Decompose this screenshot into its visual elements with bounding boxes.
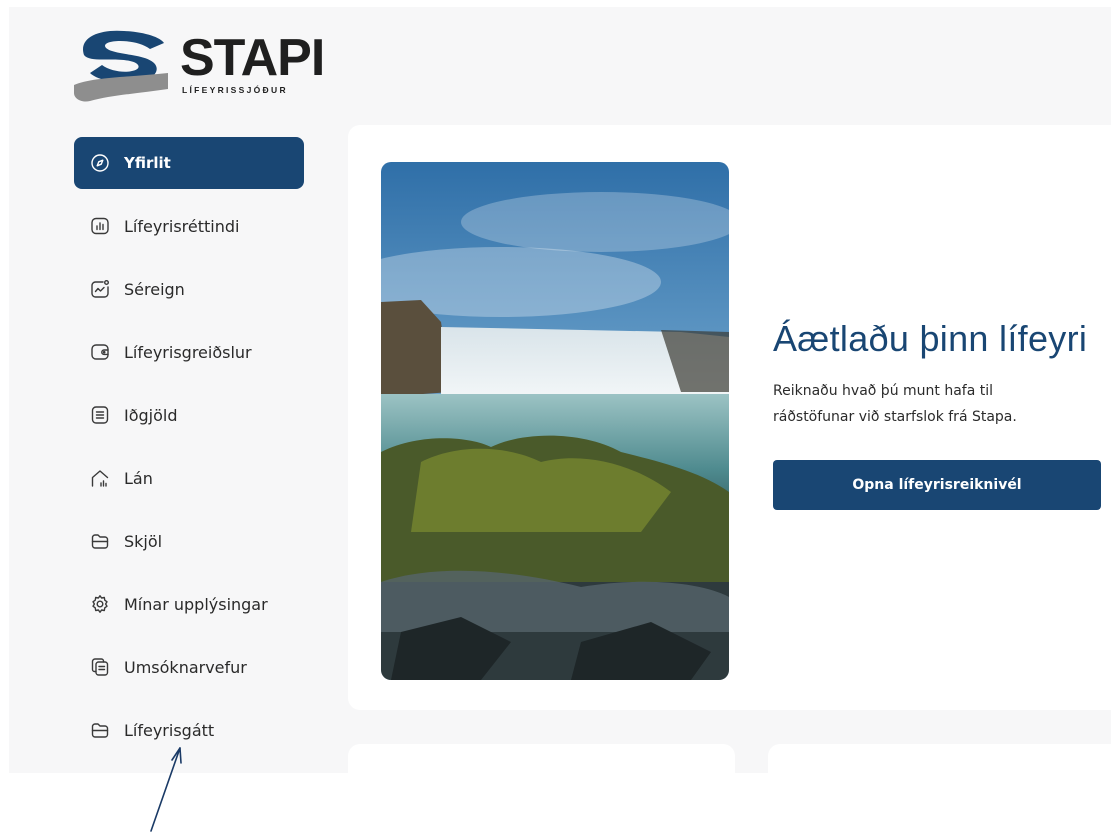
compass-icon [90, 153, 110, 173]
sidebar-item-label: Mínar upplýsingar [124, 594, 268, 614]
house-chart-icon [90, 468, 110, 488]
bar-chart-icon [90, 216, 110, 236]
sidebar-item-label: Iðgjöld [124, 405, 178, 425]
sidebar-item-skjol[interactable]: Skjöl [74, 515, 304, 567]
sidebar-item-lifeyrisgatt[interactable]: Lífeyrisgátt [74, 704, 304, 756]
sidebar-item-lifeyrisrettindi[interactable]: Lífeyrisréttindi [74, 200, 304, 252]
trend-chart-icon [90, 279, 110, 299]
secondary-card-left [348, 744, 735, 773]
sidebar-item-label: Yfirlit [124, 154, 171, 172]
open-calculator-button[interactable]: Opna lífeyrisreiknivél [773, 460, 1101, 510]
sidebar-item-umsoknarvefur[interactable]: Umsóknarvefur [74, 641, 304, 693]
sidebar-nav: Yfirlit Lífeyrisréttindi Séreign Lífeyri… [74, 137, 304, 767]
gear-icon [90, 594, 110, 614]
sidebar-item-label: Lán [124, 468, 153, 488]
sidebar-item-minar-upplysingar[interactable]: Mínar upplýsingar [74, 578, 304, 630]
sidebar-item-label: Séreign [124, 279, 185, 299]
sidebar-item-label: Umsóknarvefur [124, 657, 247, 677]
sidebar-item-idgjold[interactable]: Iðgjöld [74, 389, 304, 441]
waterfall-photo [381, 162, 729, 680]
documents-icon [90, 657, 110, 677]
stapi-logo[interactable]: STAPI LÍFEYRISSJÓÐUR [72, 25, 325, 103]
sidebar-item-sereign[interactable]: Séreign [74, 263, 304, 315]
logo-subtitle: LÍFEYRISSJÓÐUR [182, 84, 288, 95]
app-window: STAPI LÍFEYRISSJÓÐUR Yfirlit Lífeyrisrét… [9, 7, 1111, 773]
list-icon [90, 405, 110, 425]
logo-name: STAPI [180, 28, 325, 87]
wallet-icon [90, 342, 110, 362]
sidebar-item-label: Lífeyrisgátt [124, 720, 215, 740]
promo-block: Áætlaðu þinn lífeyri Reiknaðu hvað þú mu… [773, 318, 1111, 510]
sidebar-item-yfirlit[interactable]: Yfirlit [74, 137, 304, 189]
promo-title: Áætlaðu þinn lífeyri [773, 318, 1088, 359]
sidebar-item-lan[interactable]: Lán [74, 452, 304, 504]
pension-calculator-card: Áætlaðu þinn lífeyri Reiknaðu hvað þú mu… [348, 125, 1111, 710]
sidebar-item-label: Lífeyrisgreiðslur [124, 342, 252, 362]
sidebar-item-label: Lífeyrisréttindi [124, 216, 240, 236]
folder-icon [90, 720, 110, 740]
logo-mark-icon [74, 30, 168, 102]
folder-icon [90, 531, 110, 551]
sidebar-item-label: Skjöl [124, 531, 163, 551]
promo-text: Reiknaðu hvað þú munt hafa til ráðstöfun… [773, 383, 1017, 425]
secondary-card-right [768, 744, 1111, 773]
sidebar-item-lifeyrisgreidslur[interactable]: Lífeyrisgreiðslur [74, 326, 304, 378]
